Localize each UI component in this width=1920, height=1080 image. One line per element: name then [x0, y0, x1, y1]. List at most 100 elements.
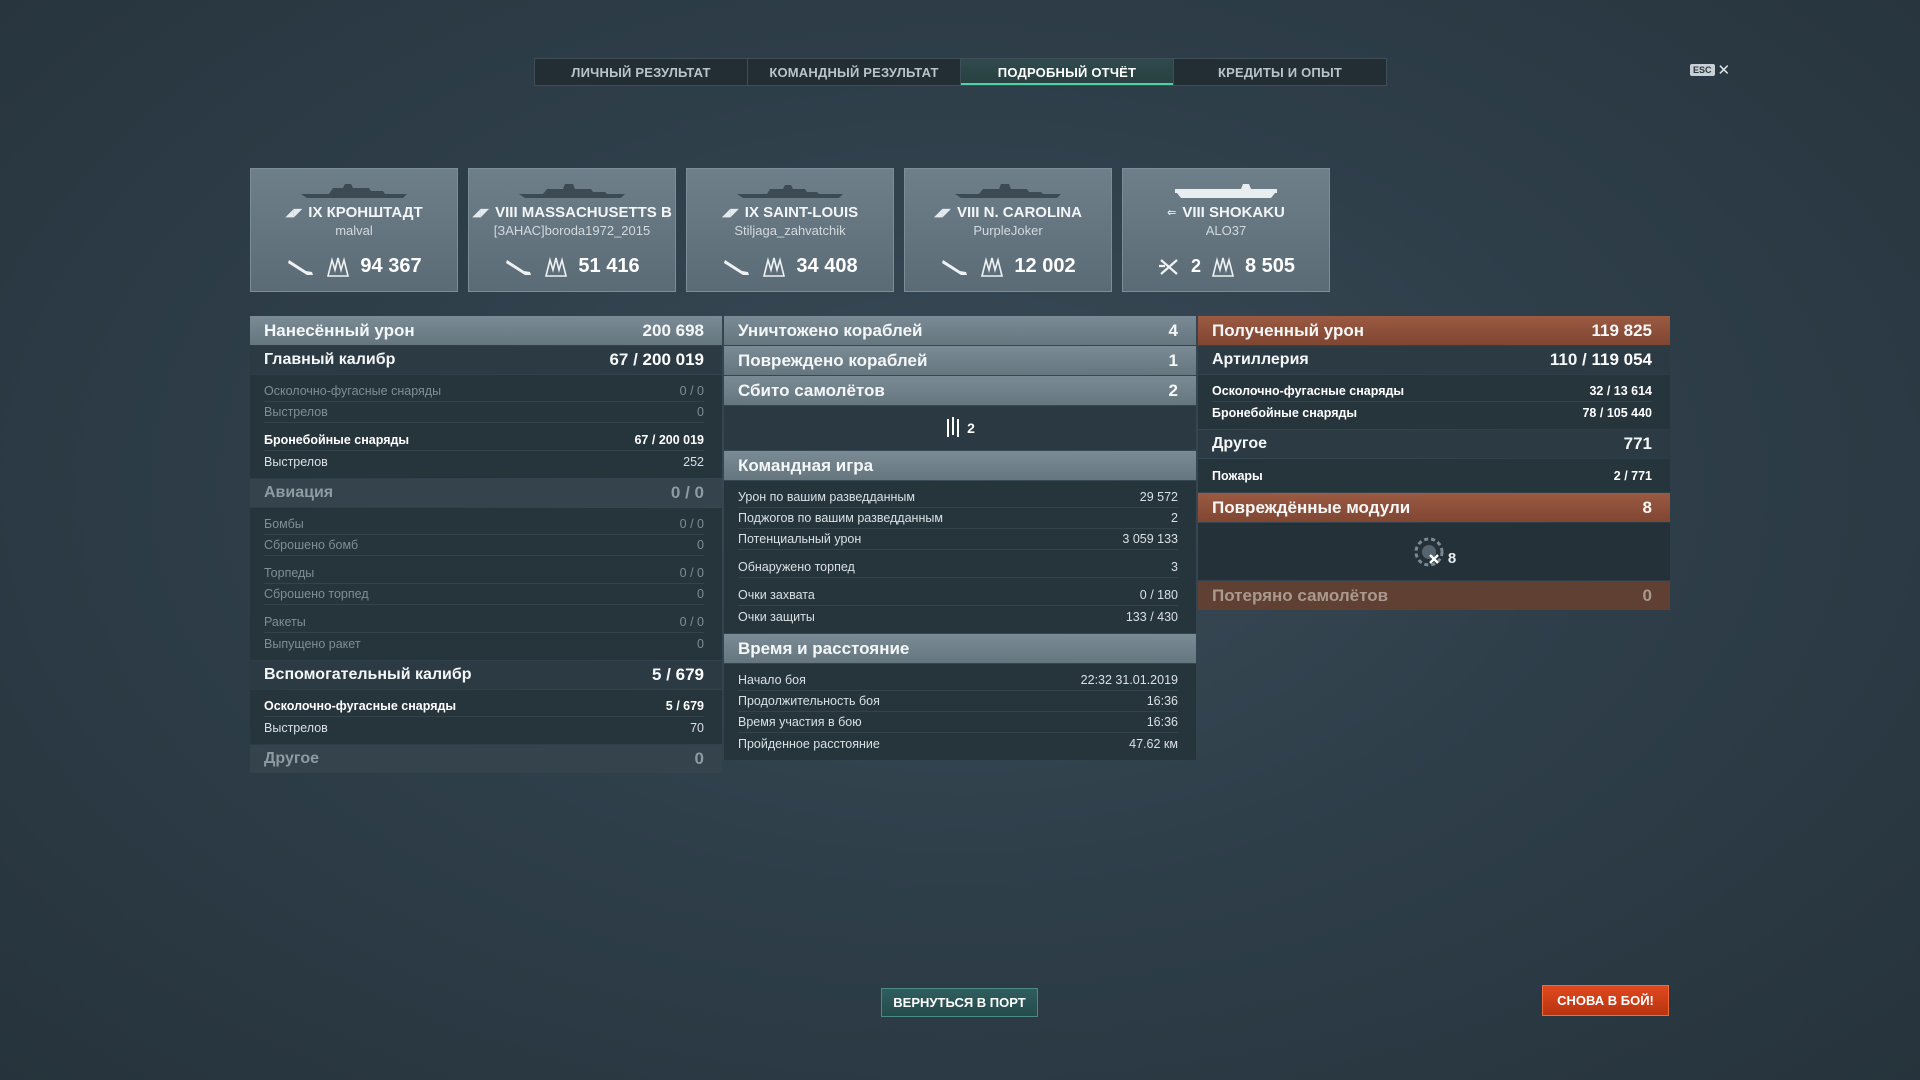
other-damage-header: Другое 0	[250, 745, 722, 773]
damage-icon	[763, 256, 786, 277]
esc-key-hint: ESC	[1690, 64, 1715, 76]
ship-name: VIII SHOKAKU	[1182, 204, 1285, 221]
main-battery-rows: Осколочно-фугасные снаряды 0 / 0 Выстрело…	[250, 375, 722, 478]
planes-lost-header: Потеряно самолётов 0	[1198, 581, 1670, 610]
ship-silhouette-icon	[519, 184, 625, 198]
table-row: Пожары 2 / 771	[1212, 468, 1652, 483]
shell-icon	[942, 259, 968, 275]
planes-shot-down-header: Сбито самолётов 2	[724, 376, 1196, 405]
table-row: Время участия в бою 16:36	[738, 712, 1178, 733]
table-row: Осколочно-фугасные снаряды 32 / 13 614	[1212, 381, 1652, 402]
damage-icon	[327, 256, 350, 277]
tab-personal-result[interactable]: ЛИЧНЫЙ РЕЗУЛЬТАТ	[535, 59, 748, 85]
battleship-icon: ◢◤	[934, 207, 951, 219]
damage-icon	[545, 256, 568, 277]
planes-shot-down-detail: 2	[724, 406, 1196, 450]
ship-damage: 51 416	[578, 255, 640, 277]
player-name: malval	[335, 223, 373, 238]
return-to-port-button[interactable]: ВЕРНУТЬСЯ В ПОРТ	[881, 988, 1038, 1017]
ship-silhouette-icon	[1175, 184, 1277, 198]
damaged-modules-count: 8	[1447, 550, 1457, 567]
player-name: PurpleJoker	[973, 223, 1043, 238]
ship-card[interactable]: ⇐ VIII SHOKAKU ALO37 2 8 505	[1122, 168, 1330, 292]
ship-name: VIII N. CAROLINA	[956, 204, 1082, 221]
table-row: Сброшено торпед 0	[264, 584, 704, 605]
battleship-icon: ◢◤	[472, 207, 490, 219]
table-row: Сброшено бомб 0	[264, 535, 704, 556]
player-name: ALO37	[1205, 223, 1247, 238]
tab-credits-xp[interactable]: КРЕДИТЫ И ОПЫТ	[1174, 59, 1386, 85]
table-row: Потенциальный урон 3 059 133	[738, 529, 1178, 550]
ship-card[interactable]: ◢◤ VIII MASSACHUSETTS B [ЗАНАС]boroda197…	[468, 168, 676, 292]
team-play-rows: Урон по вашим разведданным 29 572 Поджого…	[724, 481, 1196, 633]
player-name: [ЗАНАС]boroda1972_2015	[493, 223, 651, 238]
ships-damaged-header: Повреждено кораблей 1	[724, 346, 1196, 375]
table-row: Очки захвата 0 / 180	[738, 585, 1178, 606]
damaged-modules-detail: 8	[1198, 523, 1670, 580]
table-row: Выстрелов 0	[264, 402, 704, 423]
aircraft-icon	[1158, 258, 1178, 275]
destroyed-ships: ◢◤ IX КРОНШТАДТ malval 94 367 ◢◤ VIII MA…	[250, 168, 1330, 292]
ship-kills: 2	[1190, 256, 1201, 276]
shell-icon	[724, 259, 750, 275]
ship-card[interactable]: ◢◤ IX SAINT-LOUIS Stiljaga_zahvatchik 34…	[686, 168, 894, 292]
cruiser-icon: ◢◤	[285, 207, 303, 219]
damage-icon	[981, 256, 1004, 277]
table-row: Очки защиты 133 / 430	[738, 609, 1178, 624]
damaged-module-icon	[1414, 537, 1444, 566]
aviation-rows: Бомбы 0 / 0 Сброшено бомб 0 Торпеды 0 / 0 С…	[250, 508, 722, 660]
damage-dealt-panel: Нанесённый урон 200 698 Главный калибр 6…	[250, 316, 722, 774]
ship-name: IX SAINT-LOUIS	[744, 204, 859, 221]
table-row: Урон по вашим разведданным 29 572	[738, 487, 1178, 508]
time-distance-header: Время и расстояние	[724, 634, 1196, 663]
ship-silhouette-icon	[955, 184, 1061, 198]
tab-detailed-report[interactable]: ПОДРОБНЫЙ ОТЧЁТ	[961, 59, 1174, 85]
table-row: Осколочно-фугасные снаряды 5 / 679	[264, 696, 704, 717]
result-tabs: ЛИЧНЫЙ РЕЗУЛЬТАТ КОМАНДНЫЙ РЕЗУЛЬТАТ ПОД…	[534, 58, 1387, 86]
damage-dealt-header: Нанесённый урон 200 698	[250, 316, 722, 345]
table-row: Бронебойные снаряды 67 / 200 019	[264, 430, 704, 451]
ship-silhouette-icon	[737, 185, 843, 198]
table-row: Продолжительность боя 16:36	[738, 691, 1178, 712]
ship-silhouette-icon	[301, 184, 407, 198]
table-row: Ракеты 0 / 0	[264, 612, 704, 633]
ship-card[interactable]: ◢◤ IX КРОНШТАДТ malval 94 367	[250, 168, 458, 292]
table-row: Начало боя 22:32 31.01.2019	[738, 670, 1178, 691]
time-distance-rows: Начало боя 22:32 31.01.2019 Продолжительн…	[724, 664, 1196, 760]
table-row: Бронебойные снаряды 78 / 105 440	[1212, 405, 1652, 420]
ships-destroyed-header: Уничтожено кораблей 4	[724, 316, 1196, 345]
battle-stats-panel: Уничтожено кораблей 4 Повреждено кораблей…	[724, 316, 1196, 761]
table-row: Выстрелов 70	[264, 720, 704, 735]
ship-damage: 12 002	[1014, 255, 1076, 277]
table-row: Выстрелов 252	[264, 454, 704, 469]
ship-name: IX КРОНШТАДТ	[308, 204, 423, 221]
secondary-battery-header: Вспомогательный калибр 5 / 679	[250, 661, 722, 689]
table-row: Пройденное расстояние 47.62 км	[738, 736, 1178, 751]
table-row: Осколочно-фугасные снаряды 0 / 0	[264, 381, 704, 402]
ship-damage: 94 367	[360, 255, 422, 277]
battle-again-button[interactable]: СНОВА В БОЙ!	[1542, 985, 1669, 1016]
damage-received-panel: Полученный урон 119 825 Артиллерия 110 / …	[1198, 316, 1670, 611]
main-battery-header: Главный калибр 67 / 200 019	[250, 346, 722, 374]
table-row: Торпеды 0 / 0	[264, 563, 704, 584]
artillery-rows: Осколочно-фугасные снаряды 32 / 13 614 Бр…	[1198, 375, 1670, 429]
aviation-header: Авиация 0 / 0	[250, 479, 722, 507]
damage-received-header: Полученный урон 119 825	[1198, 316, 1670, 345]
table-row: Выпущено ракет 0	[264, 636, 704, 651]
close-icon: ✕	[1717, 62, 1731, 79]
shell-icon	[506, 259, 532, 275]
team-play-header: Командная игра	[724, 451, 1196, 480]
cruiser-icon: ◢◤	[721, 207, 739, 219]
fighter-plane-icon	[947, 417, 960, 437]
planes-count: 2	[967, 420, 975, 436]
tab-team-result[interactable]: КОМАНДНЫЙ РЕЗУЛЬТАТ	[748, 59, 961, 85]
shell-icon	[288, 259, 314, 275]
secondary-battery-rows: Осколочно-фугасные снаряды 5 / 679 Выстре…	[250, 690, 722, 744]
ship-card[interactable]: ◢◤ VIII N. CAROLINA PurpleJoker 12 002	[904, 168, 1112, 292]
other-received-header: Другое 771	[1198, 430, 1670, 458]
ship-name: VIII MASSACHUSETTS B	[495, 204, 672, 221]
table-row: Обнаружено торпед 3	[738, 557, 1178, 578]
ship-damage: 34 408	[796, 255, 858, 277]
close-button[interactable]: ESC ✕	[1690, 61, 1730, 79]
damaged-modules-header: Повреждённые модули 8	[1198, 493, 1670, 522]
